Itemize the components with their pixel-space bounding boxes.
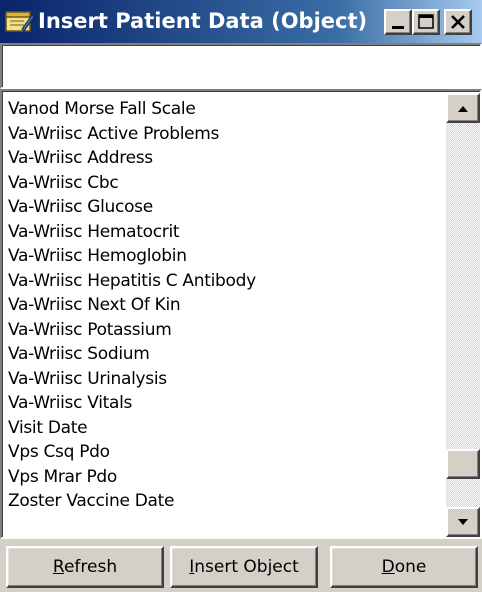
list-item[interactable]: Va-Wriisc Active Problems: [8, 122, 444, 147]
object-list-items: Vanod Morse Fall Scale Va-Wriisc Active P…: [8, 97, 444, 514]
arrow-down-icon: [458, 519, 468, 525]
minimize-button[interactable]: [384, 9, 412, 35]
scroll-down-button[interactable]: [446, 507, 480, 537]
search-input[interactable]: [2, 45, 480, 87]
refresh-button[interactable]: Refresh: [6, 546, 164, 588]
list-item[interactable]: Va-Wriisc Potassium: [8, 318, 444, 343]
list-item[interactable]: Va-Wriisc Sodium: [8, 342, 444, 367]
window-title: Insert Patient Data (Object): [38, 9, 368, 33]
list-item[interactable]: Va-Wriisc Urinalysis: [8, 367, 444, 392]
list-item[interactable]: Va-Wriisc Hemoglobin: [8, 244, 444, 269]
close-icon: [451, 15, 465, 29]
notepad-icon: [4, 9, 35, 33]
list-item[interactable]: Vps Mrar Pdo: [8, 465, 444, 490]
list-item[interactable]: Va-Wriisc Glucose: [8, 195, 444, 220]
vertical-scrollbar[interactable]: [446, 93, 480, 537]
arrow-up-icon: [458, 106, 468, 112]
list-item[interactable]: Vps Csq Pdo: [8, 440, 444, 465]
title-bar[interactable]: Insert Patient Data (Object): [0, 0, 482, 43]
insert-patient-data-dialog: Insert Patient Data (Object) Vanod Morse…: [0, 0, 482, 592]
scrollbar-thumb[interactable]: [446, 448, 480, 479]
minimize-icon: [392, 26, 404, 29]
close-button[interactable]: [444, 9, 472, 35]
list-item[interactable]: Zoster Vaccine Date: [8, 489, 444, 514]
list-item[interactable]: Visit Date: [8, 416, 444, 441]
list-item[interactable]: Va-Wriisc Vitals: [8, 391, 444, 416]
list-item[interactable]: Va-Wriisc Address: [8, 146, 444, 171]
maximize-icon: [418, 14, 434, 29]
list-item[interactable]: Va-Wriisc Hematocrit: [8, 220, 444, 245]
scroll-up-button[interactable]: [446, 93, 480, 123]
object-list[interactable]: Vanod Morse Fall Scale Va-Wriisc Active P…: [0, 89, 482, 539]
done-button[interactable]: Done: [330, 546, 478, 588]
insert-object-button[interactable]: Insert Object: [170, 546, 318, 588]
list-item[interactable]: Vanod Morse Fall Scale: [8, 97, 444, 122]
maximize-button[interactable]: [412, 9, 440, 35]
list-item[interactable]: Va-Wriisc Cbc: [8, 171, 444, 196]
search-field[interactable]: [0, 43, 482, 89]
list-item[interactable]: Va-Wriisc Hepatitis C Antibody: [8, 269, 444, 294]
list-item[interactable]: Va-Wriisc Next Of Kin: [8, 293, 444, 318]
